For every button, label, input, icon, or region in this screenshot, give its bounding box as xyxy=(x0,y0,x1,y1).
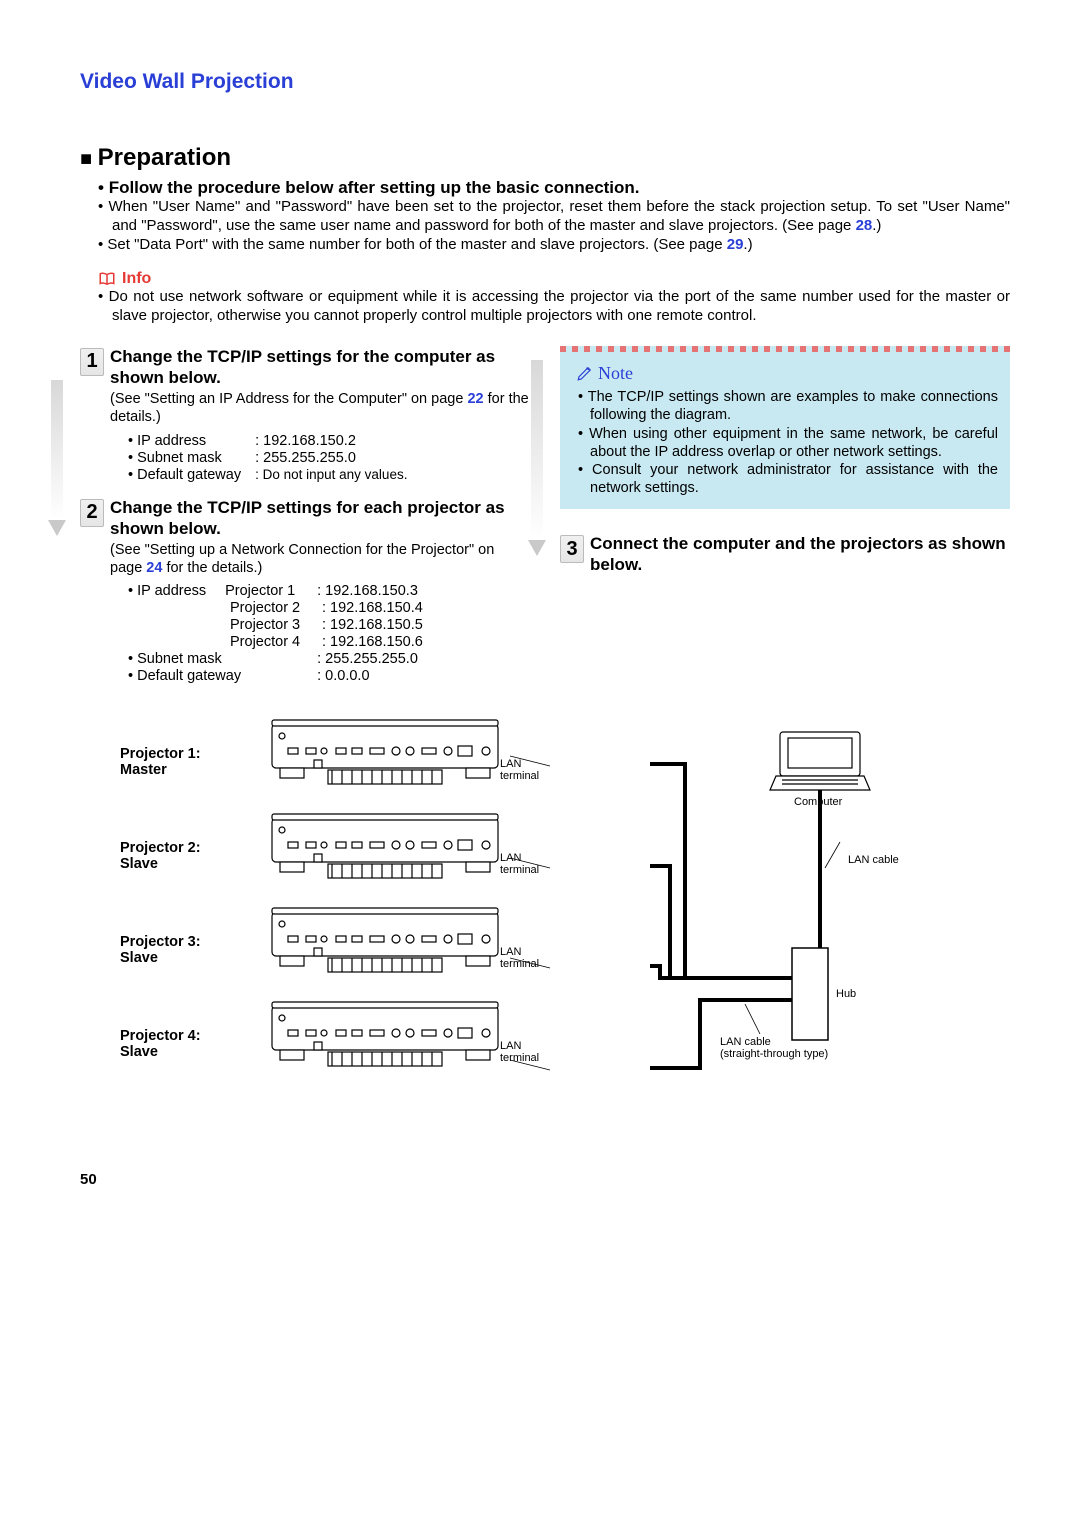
step-1-subtext: (See "Setting an IP Address for the Comp… xyxy=(110,390,530,426)
s2-p4-ip: : 192.168.150.6 xyxy=(322,634,423,650)
note-list: The TCP/IP settings shown are examples t… xyxy=(572,388,998,497)
page-link-28[interactable]: 28 xyxy=(856,217,873,234)
note-box: Note The TCP/IP settings shown are examp… xyxy=(560,346,1010,509)
step-3: 3 Connect the computer and the projector… xyxy=(560,533,1010,576)
s1-mask-value: : 255.255.255.0 xyxy=(255,450,356,466)
lan-terminal-3: LAN terminal xyxy=(500,946,539,970)
s2-p3-name: Projector 3 xyxy=(230,617,322,633)
left-column: 1 Change the TCP/IP settings for the com… xyxy=(80,346,530,699)
preparation-heading: Preparation xyxy=(80,144,1010,172)
s1-gw-value: : Do not input any values. xyxy=(255,467,407,482)
step-1-number: 1 xyxy=(80,348,104,376)
note-heading: Note xyxy=(576,362,998,385)
step-2: 2 Change the TCP/IP settings for each pr… xyxy=(80,497,530,685)
step-2-settings: IP addressProjector 1: 192.168.150.3 Pro… xyxy=(110,583,530,684)
s2-p1-ip: : 192.168.150.3 xyxy=(317,583,418,599)
page-link-24[interactable]: 24 xyxy=(146,560,162,576)
projector-1-label: Projector 1:Master xyxy=(80,718,270,778)
info-label: Info xyxy=(122,270,151,288)
hub-label: Hub xyxy=(836,988,856,1000)
projector-drawing xyxy=(270,906,500,978)
info-text: Do not use network software or equipment… xyxy=(98,288,1010,326)
step-3-number: 3 xyxy=(560,535,584,563)
s2-p2-ip: : 192.168.150.4 xyxy=(322,600,423,616)
projector-2-label: Projector 2:Slave xyxy=(80,812,270,872)
right-column: Note The TCP/IP settings shown are examp… xyxy=(560,346,1010,699)
projector-row-1: Projector 1:Master LAN terminal xyxy=(80,718,500,790)
intro-bullet-2: Set "Data Port" with the same number for… xyxy=(98,236,1010,255)
s2-mask-label: Subnet mask xyxy=(137,651,317,667)
projector-row-2: Projector 2:Slave LAN terminal xyxy=(80,812,500,884)
projector-3-label: Projector 3:Slave xyxy=(80,906,270,966)
lan-terminal-1: LAN terminal xyxy=(500,758,539,782)
step-3-title: Connect the computer and the projectors … xyxy=(590,533,1010,576)
step-2-sub-b: for the details.) xyxy=(162,560,262,576)
step-1-settings: IP address: 192.168.150.2 Subnet mask: 2… xyxy=(110,433,530,483)
section-title: Video Wall Projection xyxy=(80,70,1010,94)
s2-p1-name: Projector 1 xyxy=(225,583,317,599)
note-item-2: When using other equipment in the same n… xyxy=(590,425,998,461)
step-1-sub-a: (See "Setting an IP Address for the Comp… xyxy=(110,391,467,407)
step-2-subtext: (See "Setting up a Network Connection fo… xyxy=(110,541,530,577)
s1-ip-value: : 192.168.150.2 xyxy=(255,433,356,449)
lan-terminal-2: LAN terminal xyxy=(500,852,539,876)
s2-p3-ip: : 192.168.150.5 xyxy=(322,617,423,633)
intro-bullet-2-text: Set "Data Port" with the same number for… xyxy=(107,236,726,253)
s1-gw-label: Default gateway xyxy=(137,467,255,483)
s2-p2-name: Projector 2 xyxy=(230,600,322,616)
note-item-1: The TCP/IP settings shown are examples t… xyxy=(590,388,998,424)
connection-diagram: Projector 1:Master LAN terminal Projecto… xyxy=(80,718,1010,1158)
s1-ip-label: IP address xyxy=(137,433,255,449)
projector-row-3: Projector 3:Slave LAN terminal xyxy=(80,906,500,978)
two-column-area: 1 Change the TCP/IP settings for the com… xyxy=(80,346,1010,699)
projector-drawing xyxy=(270,718,500,790)
step-2-title: Change the TCP/IP settings for each proj… xyxy=(110,497,530,540)
lead-bullet: Follow the procedure below after setting… xyxy=(98,178,1010,198)
s2-ip-label: IP address xyxy=(137,583,225,599)
page: Video Wall Projection Preparation Follow… xyxy=(0,0,1080,1228)
close-paren-2: .) xyxy=(743,236,752,253)
s2-mask-value: : 255.255.255.0 xyxy=(317,651,418,667)
info-row: Info xyxy=(98,270,1010,288)
projector-4-label: Projector 4:Slave xyxy=(80,1000,270,1060)
info-text-wrap: Do not use network software or equipment… xyxy=(98,288,1010,326)
book-icon xyxy=(98,270,116,288)
step-1-title: Change the TCP/IP settings for the compu… xyxy=(110,346,530,389)
note-label: Note xyxy=(598,362,633,385)
s2-p4-name: Projector 4 xyxy=(230,634,322,650)
s2-gw-value: : 0.0.0.0 xyxy=(317,668,369,684)
projector-row-4: Projector 4:Slave LAN terminal xyxy=(80,1000,500,1072)
lan-terminal-4: LAN terminal xyxy=(500,1040,539,1064)
lan-cable-label: LAN cable xyxy=(848,854,899,866)
arrow-icon-right xyxy=(526,350,548,574)
pencil-icon xyxy=(576,364,594,382)
note-item-3: Consult your network administrator for a… xyxy=(590,461,998,497)
close-paren-1: .) xyxy=(872,217,881,234)
step-2-number: 2 xyxy=(80,499,104,527)
page-link-22[interactable]: 22 xyxy=(467,391,483,407)
s2-gw-label: Default gateway xyxy=(137,668,317,684)
step-1: 1 Change the TCP/IP settings for the com… xyxy=(80,346,530,483)
projector-stack: Projector 1:Master LAN terminal Projecto… xyxy=(80,718,500,1094)
projector-drawing xyxy=(270,1000,500,1072)
page-link-29[interactable]: 29 xyxy=(727,236,744,253)
page-number: 50 xyxy=(80,1171,97,1188)
s1-mask-label: Subnet mask xyxy=(137,450,255,466)
lan-cable-straight-label: LAN cable(straight-through type) xyxy=(720,1036,828,1060)
intro-bullet-1: When "User Name" and "Password" have bee… xyxy=(98,198,1010,236)
computer-label: Computer xyxy=(794,796,842,808)
arrow-icon xyxy=(46,350,68,554)
projector-drawing xyxy=(270,812,500,884)
intro-bullets: When "User Name" and "Password" have bee… xyxy=(98,198,1010,254)
